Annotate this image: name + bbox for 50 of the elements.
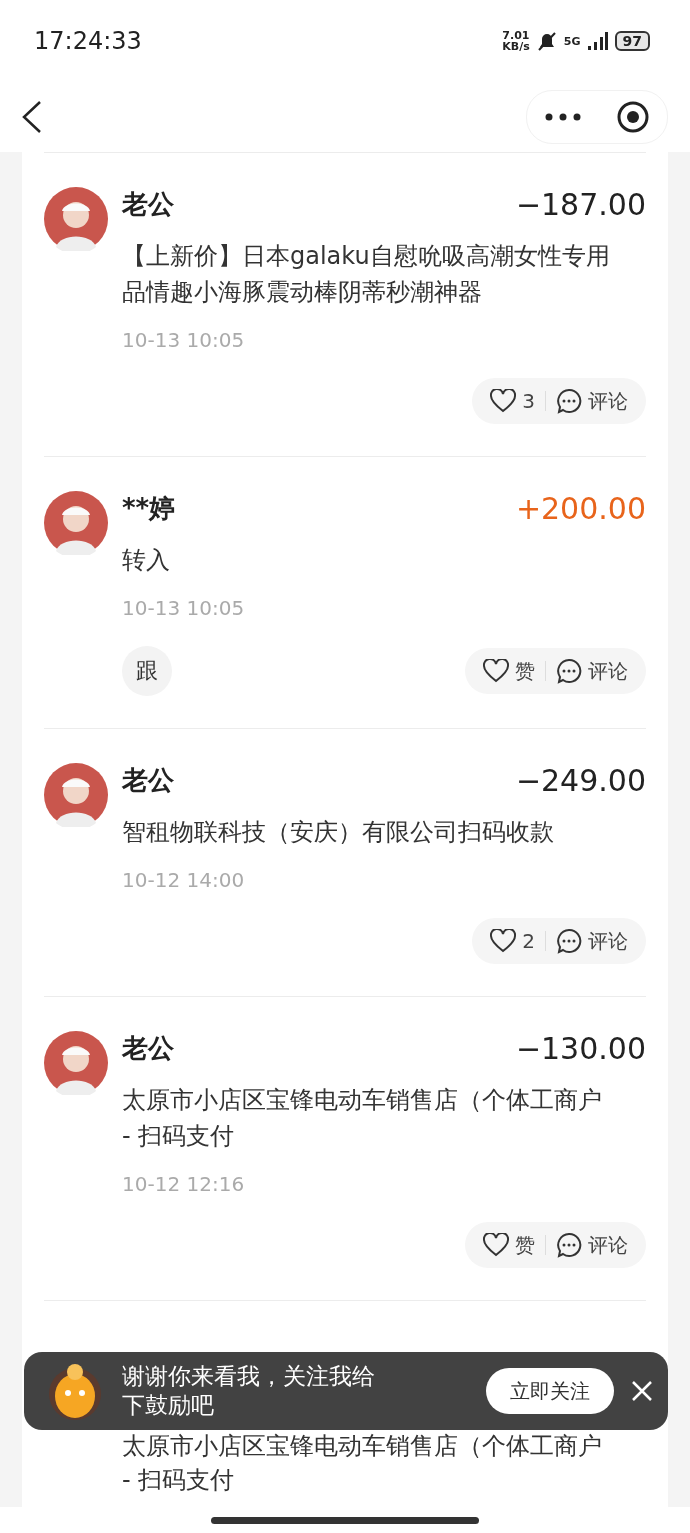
follow-now-button[interactable]: 立即关注: [486, 1368, 614, 1414]
comment-icon: [556, 658, 582, 684]
like-button[interactable]: 3: [490, 389, 535, 413]
like-button[interactable]: 赞: [483, 657, 535, 685]
amount: −130.00: [515, 1031, 646, 1066]
amount: −187.00: [515, 187, 646, 222]
comment-button[interactable]: 评论: [556, 657, 628, 685]
timestamp: 10-13 10:05: [122, 328, 246, 352]
battery-level: 97: [614, 31, 650, 51]
payer-name: **婷: [122, 492, 176, 525]
comment-icon: [556, 1232, 582, 1258]
signal-icon: [586, 30, 609, 52]
description: 【上新价】日本galaku自慰吮吸高潮女性专用品情趣小海豚震动棒阴蒂秒潮神器: [122, 241, 611, 308]
avatar: [44, 763, 108, 827]
avatar: [44, 1031, 108, 1095]
comment-button[interactable]: 评论: [556, 1231, 628, 1259]
timestamp: 10-12 12:16: [122, 1172, 246, 1196]
follow-button[interactable]: 跟: [122, 646, 172, 696]
timestamp: 10-12 14:00: [122, 868, 246, 892]
comment-button[interactable]: 评论: [556, 927, 628, 955]
description: 转入: [122, 545, 171, 576]
heart-icon: [483, 659, 509, 683]
avatar: [44, 187, 108, 251]
target-icon[interactable]: [617, 101, 649, 133]
muted-bell-icon: [535, 30, 558, 52]
amount: +200.00: [515, 491, 646, 526]
heart-icon: [490, 929, 517, 953]
heart-icon: [490, 389, 517, 413]
comment-button[interactable]: 评论: [556, 387, 628, 415]
heart-icon: [483, 1233, 509, 1257]
close-icon[interactable]: [630, 1379, 654, 1403]
description: 太原市小店区宝锋电动车销售店（个体工商户 - 扫码支付: [122, 1431, 603, 1496]
avatar: [44, 491, 108, 555]
comment-icon: [556, 388, 582, 414]
description: 太原市小店区宝锋电动车销售店（个体工商户 - 扫码支付: [122, 1085, 603, 1152]
payer-name: 老公: [122, 1032, 174, 1065]
payer-name: 老公: [122, 188, 174, 221]
like-button[interactable]: 赞: [483, 1231, 535, 1259]
like-button[interactable]: 2: [490, 929, 535, 953]
network-speed: 7.01 KB/s: [502, 30, 530, 52]
toast-message: 谢谢你来看我，关注我给下鼓励吧: [122, 1362, 376, 1420]
more-icon[interactable]: [545, 113, 581, 121]
clock-time: 17:24:33: [34, 27, 142, 55]
network-type: 5G: [563, 34, 581, 48]
home-indicator[interactable]: [211, 1516, 479, 1524]
description: 智租物联科技（安庆）有限公司扫码收款: [122, 817, 555, 848]
timestamp: 10-13 10:05: [122, 596, 246, 620]
amount: −249.00: [515, 763, 646, 798]
comment-icon: [556, 928, 582, 954]
payer-name: 老公: [122, 764, 174, 797]
